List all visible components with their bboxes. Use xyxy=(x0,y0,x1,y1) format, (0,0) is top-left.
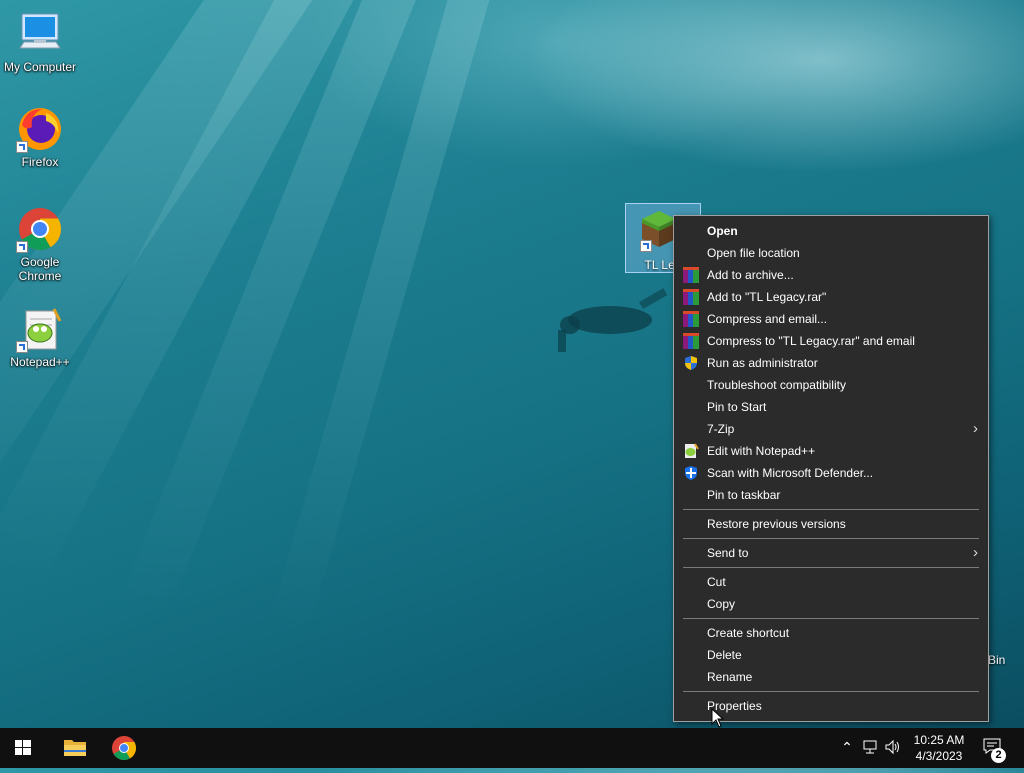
menu-item-label: Create shortcut xyxy=(707,626,790,640)
desktop-icon-my-computer[interactable]: My Computer xyxy=(0,10,80,74)
menu-item-label: Delete xyxy=(707,648,742,662)
mouse-cursor-icon xyxy=(711,708,725,728)
menu-item-edit-with-notepadpp[interactable]: Edit with Notepad++ xyxy=(674,440,988,462)
shortcut-arrow-icon xyxy=(16,341,28,353)
menu-item-compress-and-email[interactable]: Compress and email... xyxy=(674,308,988,330)
desktop-icon-label: Google Chrome xyxy=(18,255,62,283)
desktop-icon-label: Notepad++ xyxy=(10,355,70,369)
firefox-icon xyxy=(16,105,64,153)
menu-item-pin-to-start[interactable]: Pin to Start xyxy=(674,396,988,418)
menu-item-open-file-location[interactable]: Open file location xyxy=(674,242,988,264)
network-icon[interactable] xyxy=(862,738,880,756)
menu-separator xyxy=(683,691,979,692)
menu-item-scan-with-defender[interactable]: Scan with Microsoft Defender... xyxy=(674,462,988,484)
light-ray xyxy=(267,0,500,639)
menu-item-label: Restore previous versions xyxy=(707,517,846,531)
defender-icon xyxy=(685,466,697,480)
chevron-right-icon: › xyxy=(973,420,978,437)
menu-item-run-as-administrator[interactable]: Run as administrator xyxy=(674,352,988,374)
menu-separator xyxy=(683,618,979,619)
menu-item-create-shortcut[interactable]: Create shortcut xyxy=(674,622,988,644)
desktop-icon-google-chrome[interactable]: Google Chrome xyxy=(0,205,80,283)
menu-item-label: Compress and email... xyxy=(707,312,828,326)
recycle-bin-label[interactable]: Bin xyxy=(988,653,1005,667)
taskbar: ⌃ 10:25 AM 4/3/2023 2 xyxy=(0,728,1024,768)
taskbar-chrome[interactable] xyxy=(101,728,147,768)
menu-item-copy[interactable]: Copy xyxy=(674,593,988,615)
menu-item-open[interactable]: Open xyxy=(674,220,988,242)
menu-item-cut[interactable]: Cut xyxy=(674,571,988,593)
menu-item-restore-previous-versions[interactable]: Restore previous versions xyxy=(674,513,988,535)
menu-item-label: Cut xyxy=(707,575,726,589)
menu-item-label: Open file location xyxy=(707,246,800,260)
menu-item-label: Run as administrator xyxy=(707,356,818,370)
shortcut-arrow-icon xyxy=(16,141,28,153)
menu-item-label: Pin to taskbar xyxy=(707,488,781,502)
menu-item-label: Edit with Notepad++ xyxy=(707,444,816,458)
menu-item-troubleshoot-compatibility[interactable]: Troubleshoot compatibility xyxy=(674,374,988,396)
menu-item-label: Add to "TL Legacy.rar" xyxy=(707,290,827,304)
notification-count-badge: 2 xyxy=(991,748,1006,763)
clock-time: 10:25 AM xyxy=(913,733,965,747)
desktop-icon-firefox[interactable]: Firefox xyxy=(0,105,80,169)
menu-separator xyxy=(683,538,979,539)
menu-item-add-to-rar[interactable]: Add to "TL Legacy.rar" xyxy=(674,286,988,308)
chrome-icon xyxy=(112,736,137,761)
menu-item-7zip[interactable]: 7-Zip › xyxy=(674,418,988,440)
menu-item-rename[interactable]: Rename xyxy=(674,666,988,688)
context-menu: Open Open file location Add to archive..… xyxy=(673,215,989,722)
menu-item-label: Pin to Start xyxy=(707,400,767,414)
notepadpp-icon xyxy=(16,305,64,353)
notepadpp-icon xyxy=(685,443,699,458)
folder-icon xyxy=(64,740,86,756)
winrar-icon xyxy=(683,333,699,349)
menu-item-label: Rename xyxy=(707,670,753,684)
menu-item-label: Send to xyxy=(707,546,749,560)
desktop-icon-label: Firefox xyxy=(21,155,59,169)
taskbar-file-explorer[interactable] xyxy=(52,728,98,768)
desktop-icon-label: My Computer xyxy=(3,60,77,74)
chrome-icon xyxy=(16,205,64,253)
menu-separator xyxy=(683,509,979,510)
shortcut-arrow-icon xyxy=(16,241,28,253)
clock-date: 4/3/2023 xyxy=(915,749,963,763)
menu-item-label: Open xyxy=(707,224,738,238)
winrar-icon xyxy=(683,289,699,305)
menu-item-label: Compress to "TL Legacy.rar" and email xyxy=(707,334,915,348)
menu-item-label: Copy xyxy=(707,597,736,611)
menu-item-add-to-archive[interactable]: Add to archive... xyxy=(674,264,988,286)
uac-shield-icon xyxy=(685,356,697,370)
winrar-icon xyxy=(683,267,699,283)
desktop-icon-notepadpp[interactable]: Notepad++ xyxy=(0,305,80,369)
menu-item-send-to[interactable]: Send to › xyxy=(674,542,988,564)
shortcut-arrow-icon xyxy=(640,240,652,252)
menu-item-label: 7-Zip xyxy=(707,422,735,436)
chevron-up-icon[interactable]: ⌃ xyxy=(838,738,856,756)
computer-icon xyxy=(16,10,64,58)
menu-separator xyxy=(683,567,979,568)
menu-item-pin-to-taskbar[interactable]: Pin to taskbar xyxy=(674,484,988,506)
menu-item-delete[interactable]: Delete xyxy=(674,644,988,666)
menu-item-label: Troubleshoot compatibility xyxy=(707,378,846,392)
winrar-icon xyxy=(683,311,699,327)
wallpaper-swimmer xyxy=(558,288,668,352)
chevron-right-icon: › xyxy=(973,544,978,561)
menu-item-label: Scan with Microsoft Defender... xyxy=(707,466,874,480)
windows-logo-icon xyxy=(15,740,31,755)
menu-item-compress-to-rar-and-email[interactable]: Compress to "TL Legacy.rar" and email xyxy=(674,330,988,352)
taskbar-clock[interactable]: 10:25 AM 4/3/2023 xyxy=(900,732,978,764)
menu-item-label: Add to archive... xyxy=(707,268,794,282)
start-button[interactable] xyxy=(0,728,46,768)
